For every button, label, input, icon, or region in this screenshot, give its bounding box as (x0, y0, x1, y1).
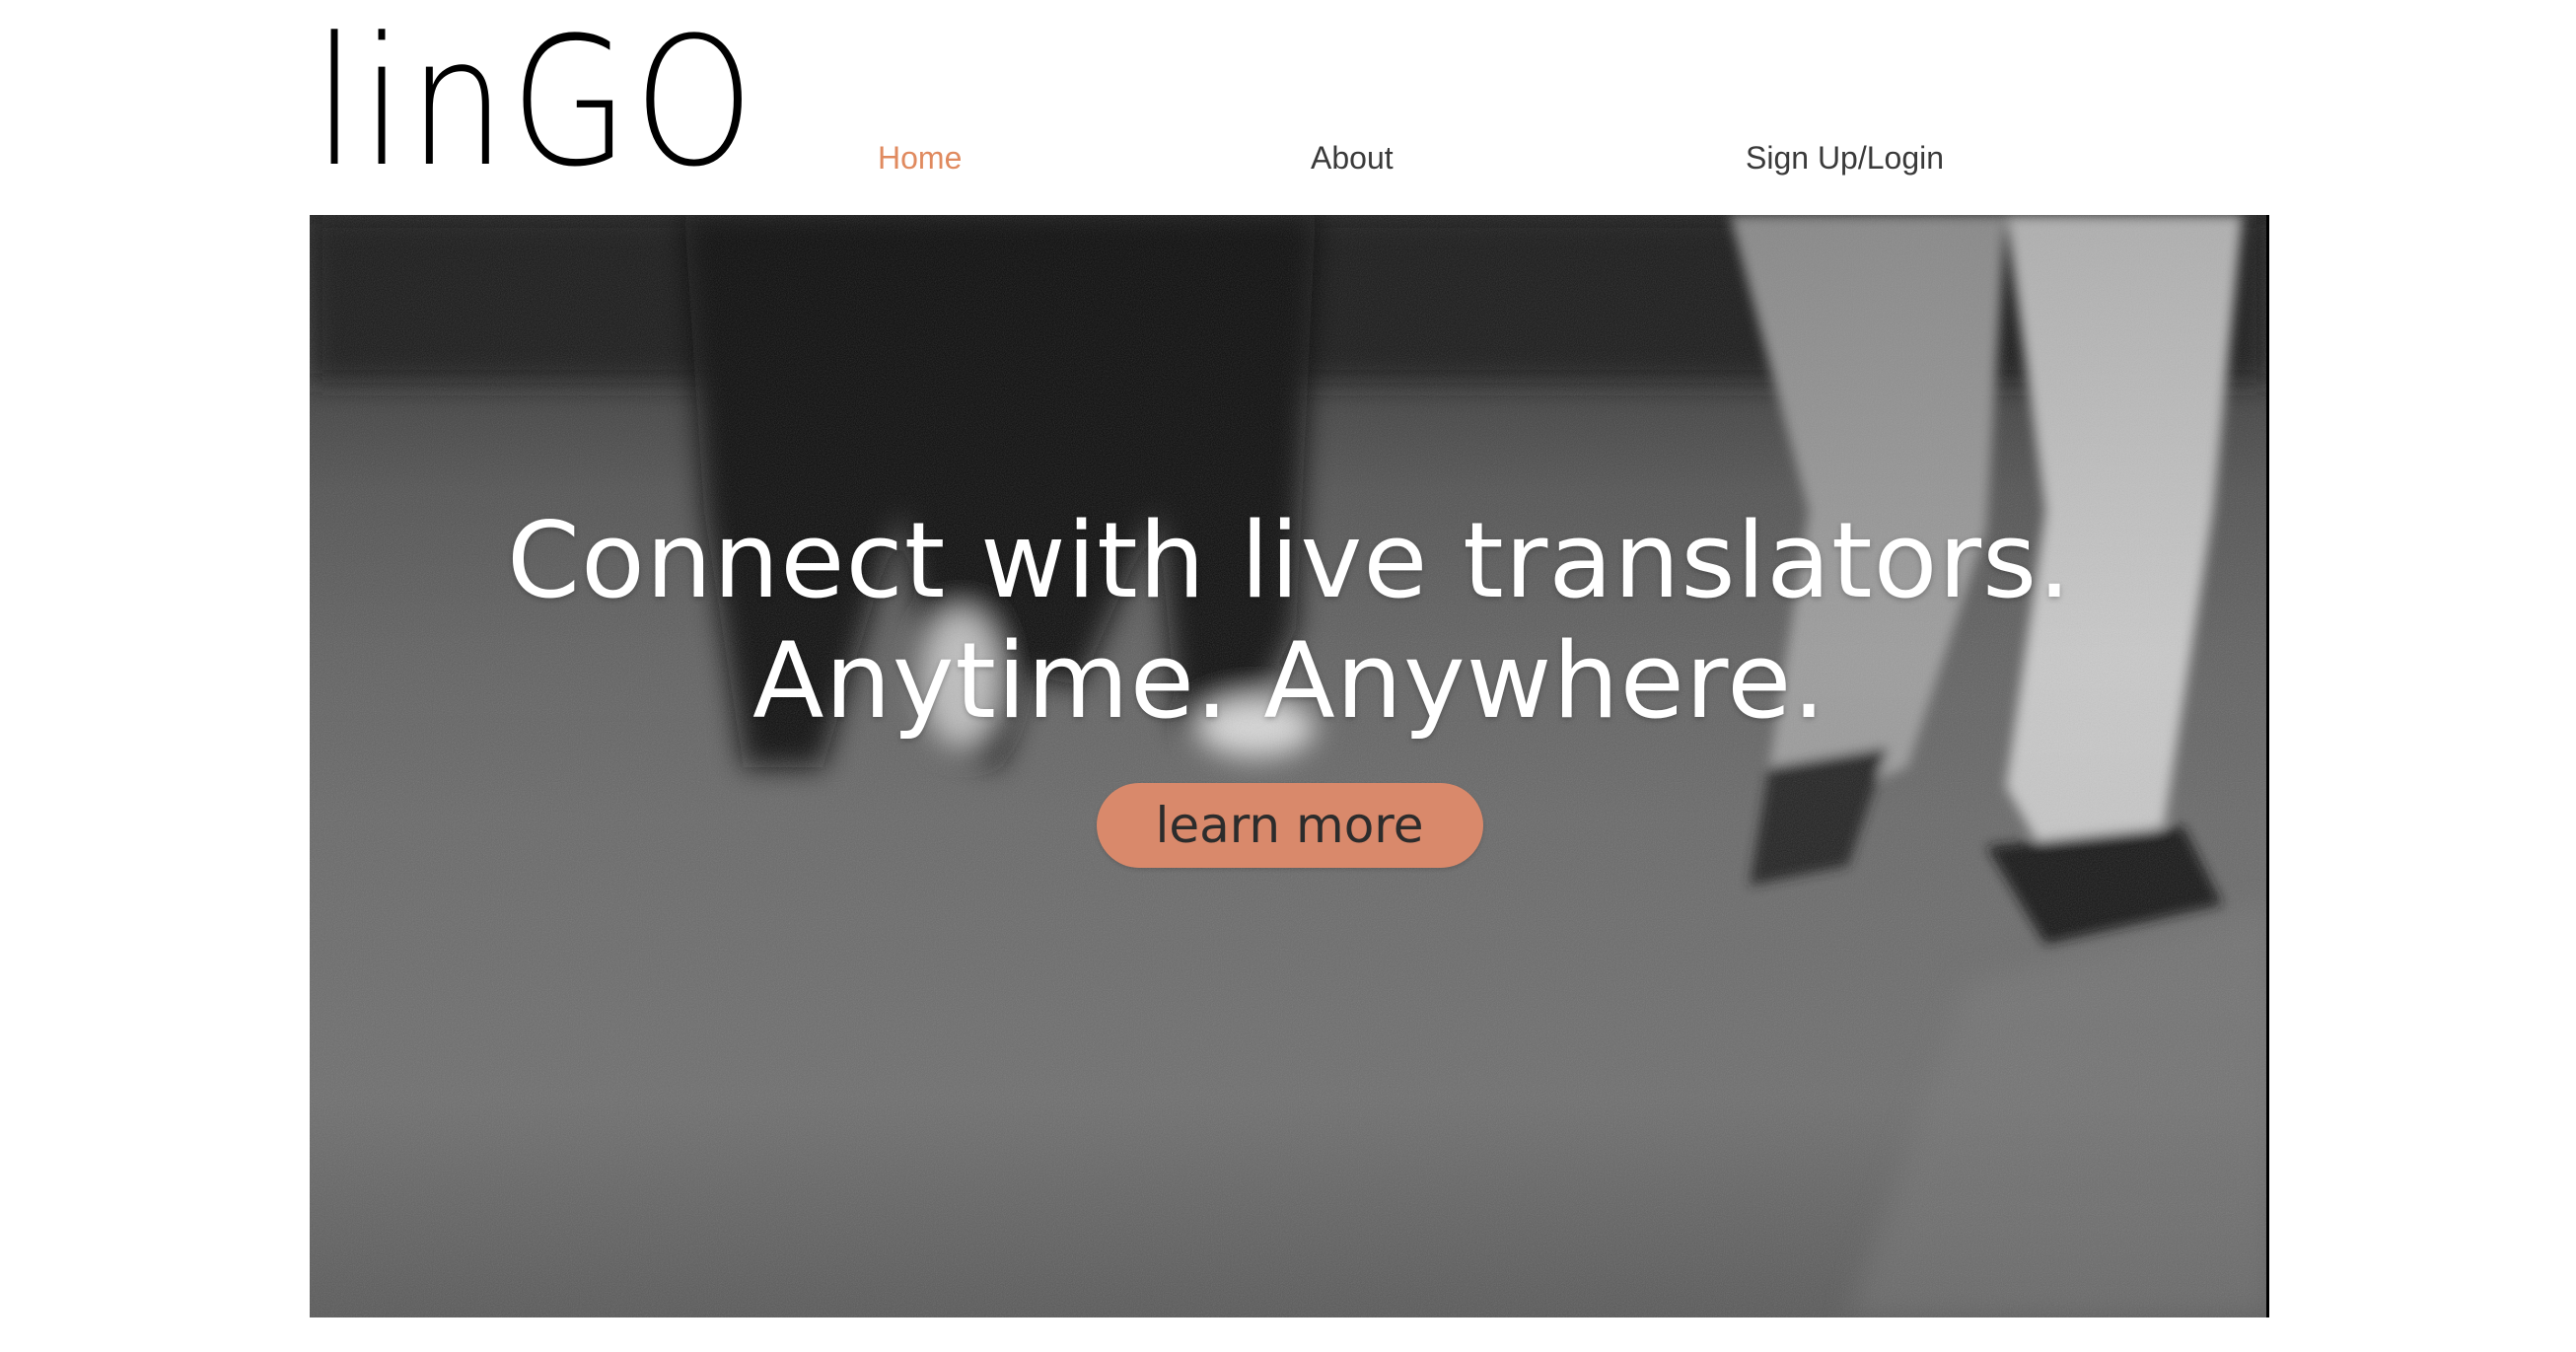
hero-section: Connect with live translators. Anytime. … (310, 215, 2269, 1317)
learn-more-button[interactable]: learn more (1096, 783, 1483, 868)
hero-headline-line-2: Anytime. Anywhere. (752, 620, 1826, 742)
nav-signup-login-link[interactable]: Sign Up/Login (1746, 128, 1944, 187)
site-header: linGO Home About Sign Up/Login (0, 0, 2576, 215)
page: linGO Home About Sign Up/Login Connect w… (0, 0, 2576, 1352)
nav-home-link[interactable]: Home (878, 128, 962, 187)
hero-headline: Connect with live translators. Anytime. … (310, 501, 2269, 742)
hero-headline-line-1: Connect with live translators. (507, 500, 2072, 621)
main-nav: Home About Sign Up/Login (0, 128, 2576, 187)
nav-about-link[interactable]: About (1311, 128, 1394, 187)
hero-content: Connect with live translators. Anytime. … (310, 501, 2269, 868)
hero-right-edge (2266, 215, 2269, 1317)
